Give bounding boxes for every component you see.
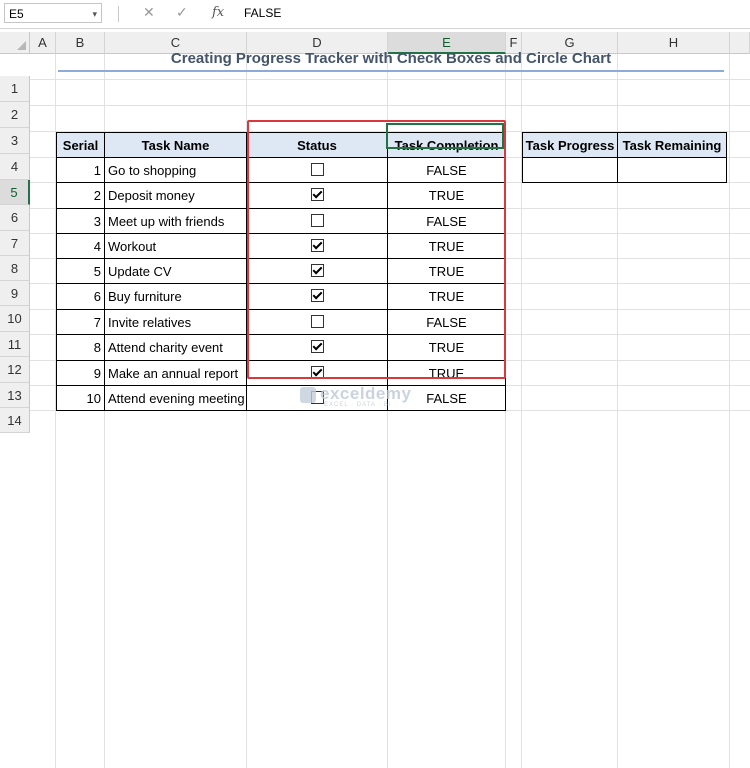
gridline-horizontal	[30, 79, 750, 80]
status-cell[interactable]	[247, 158, 388, 183]
task-completion-cell[interactable]: FALSE	[388, 310, 506, 335]
serial-cell[interactable]: 10	[56, 386, 105, 411]
serial-cell[interactable]: 2	[56, 183, 105, 209]
select-all-button[interactable]	[0, 32, 30, 54]
serial-cell[interactable]: 8	[56, 335, 105, 361]
task-completion-cell[interactable]: FALSE	[388, 209, 506, 234]
checked-checkbox[interactable]	[310, 264, 324, 278]
select-all-icon	[17, 41, 26, 50]
row-header-9[interactable]: 9	[0, 281, 30, 306]
gridline-vertical	[729, 54, 730, 768]
column-header-a[interactable]: A	[30, 32, 56, 54]
row-header-14[interactable]: 14	[0, 408, 30, 433]
task-name-cell[interactable]: Buy furniture	[105, 284, 247, 310]
serial-cell[interactable]: 1	[56, 158, 105, 183]
status-cell[interactable]	[247, 259, 388, 284]
progress-table-header-1: Task Progress	[522, 132, 618, 158]
task-name-cell[interactable]: Make an annual report	[105, 361, 247, 386]
sheet-title: Creating Progress Tracker with Check Box…	[170, 50, 612, 67]
name-box[interactable]: E5 ▾	[4, 3, 102, 23]
status-cell[interactable]	[247, 310, 388, 335]
formula-bar-separator	[118, 6, 119, 22]
task-completion-cell[interactable]: TRUE	[388, 361, 506, 386]
row-header-4[interactable]: 4	[0, 154, 30, 180]
serial-cell[interactable]: 9	[56, 361, 105, 386]
checked-checkbox[interactable]	[310, 289, 324, 303]
checked-checkbox[interactable]	[310, 188, 324, 202]
formula-bar: E5 ▾ ✕ ✓ fx FALSE	[0, 0, 750, 29]
task-name-cell[interactable]: Workout	[105, 234, 247, 259]
task-name-cell[interactable]: Update CV	[105, 259, 247, 284]
task-name-cell[interactable]: Meet up with friends	[105, 209, 247, 234]
row-header-1[interactable]: 1	[0, 76, 30, 102]
column-header-filler	[730, 32, 750, 54]
insert-function-icon[interactable]: fx	[212, 5, 224, 20]
task-completion-cell[interactable]: TRUE	[388, 183, 506, 209]
name-box-value: E5	[9, 7, 24, 21]
serial-cell[interactable]: 7	[56, 310, 105, 335]
task-table-header-1: Serial	[56, 132, 105, 158]
status-cell[interactable]	[247, 234, 388, 259]
task-completion-cell[interactable]: TRUE	[388, 234, 506, 259]
serial-cell[interactable]: 5	[56, 259, 105, 284]
title-underline	[58, 70, 724, 72]
checked-checkbox[interactable]	[310, 366, 324, 380]
status-cell[interactable]	[247, 361, 388, 386]
row-header-6[interactable]: 6	[0, 205, 30, 231]
task-completion-cell[interactable]: TRUE	[388, 259, 506, 284]
row-header-8[interactable]: 8	[0, 256, 30, 281]
task-name-cell[interactable]: Attend evening meeting	[105, 386, 247, 411]
task-name-cell[interactable]: Deposit money	[105, 183, 247, 209]
row-header-12[interactable]: 12	[0, 357, 30, 383]
task-table-header-4: Task Completion	[388, 132, 506, 158]
unchecked-checkbox[interactable]	[310, 163, 324, 177]
unchecked-checkbox[interactable]	[310, 214, 324, 228]
row-header-7[interactable]: 7	[0, 231, 30, 256]
row-header-2[interactable]: 2	[0, 102, 30, 128]
enter-icon[interactable]: ✓	[176, 4, 188, 21]
row-header-10[interactable]: 10	[0, 306, 30, 332]
status-cell[interactable]	[247, 183, 388, 209]
watermark-tagline: EXCEL · DATA · BI	[324, 402, 392, 408]
status-cell[interactable]	[247, 284, 388, 310]
exceldemy-logo-icon	[300, 387, 316, 403]
task-name-cell[interactable]: Go to shopping	[105, 158, 247, 183]
watermark-name: exceldemy	[320, 384, 412, 403]
formula-input[interactable]: FALSE	[244, 3, 744, 23]
task-name-cell[interactable]: Invite relatives	[105, 310, 247, 335]
row-header-13[interactable]: 13	[0, 383, 30, 408]
task-completion-cell[interactable]: TRUE	[388, 284, 506, 310]
serial-cell[interactable]: 3	[56, 209, 105, 234]
row-header-11[interactable]: 11	[0, 332, 30, 357]
task-table-header-3: Status	[247, 132, 388, 158]
name-box-dropdown-icon[interactable]: ▾	[92, 4, 97, 24]
checked-checkbox[interactable]	[310, 340, 324, 354]
row-header-5[interactable]: 5	[0, 180, 30, 205]
serial-cell[interactable]: 4	[56, 234, 105, 259]
status-cell[interactable]	[247, 335, 388, 361]
task-table-header-2: Task Name	[105, 132, 247, 158]
progress-table-value-1[interactable]	[522, 158, 618, 183]
serial-cell[interactable]: 6	[56, 284, 105, 310]
row-header-3[interactable]: 3	[0, 128, 30, 154]
task-completion-cell[interactable]: FALSE	[388, 158, 506, 183]
progress-table-header-2: Task Remaining	[618, 132, 727, 158]
status-cell[interactable]	[247, 209, 388, 234]
task-completion-cell[interactable]: TRUE	[388, 335, 506, 361]
task-name-cell[interactable]: Attend charity event	[105, 335, 247, 361]
cancel-icon[interactable]: ✕	[143, 4, 155, 21]
checked-checkbox[interactable]	[310, 239, 324, 253]
gridline-horizontal	[30, 105, 750, 106]
progress-table-value-2[interactable]	[618, 158, 727, 183]
unchecked-checkbox[interactable]	[310, 315, 324, 329]
